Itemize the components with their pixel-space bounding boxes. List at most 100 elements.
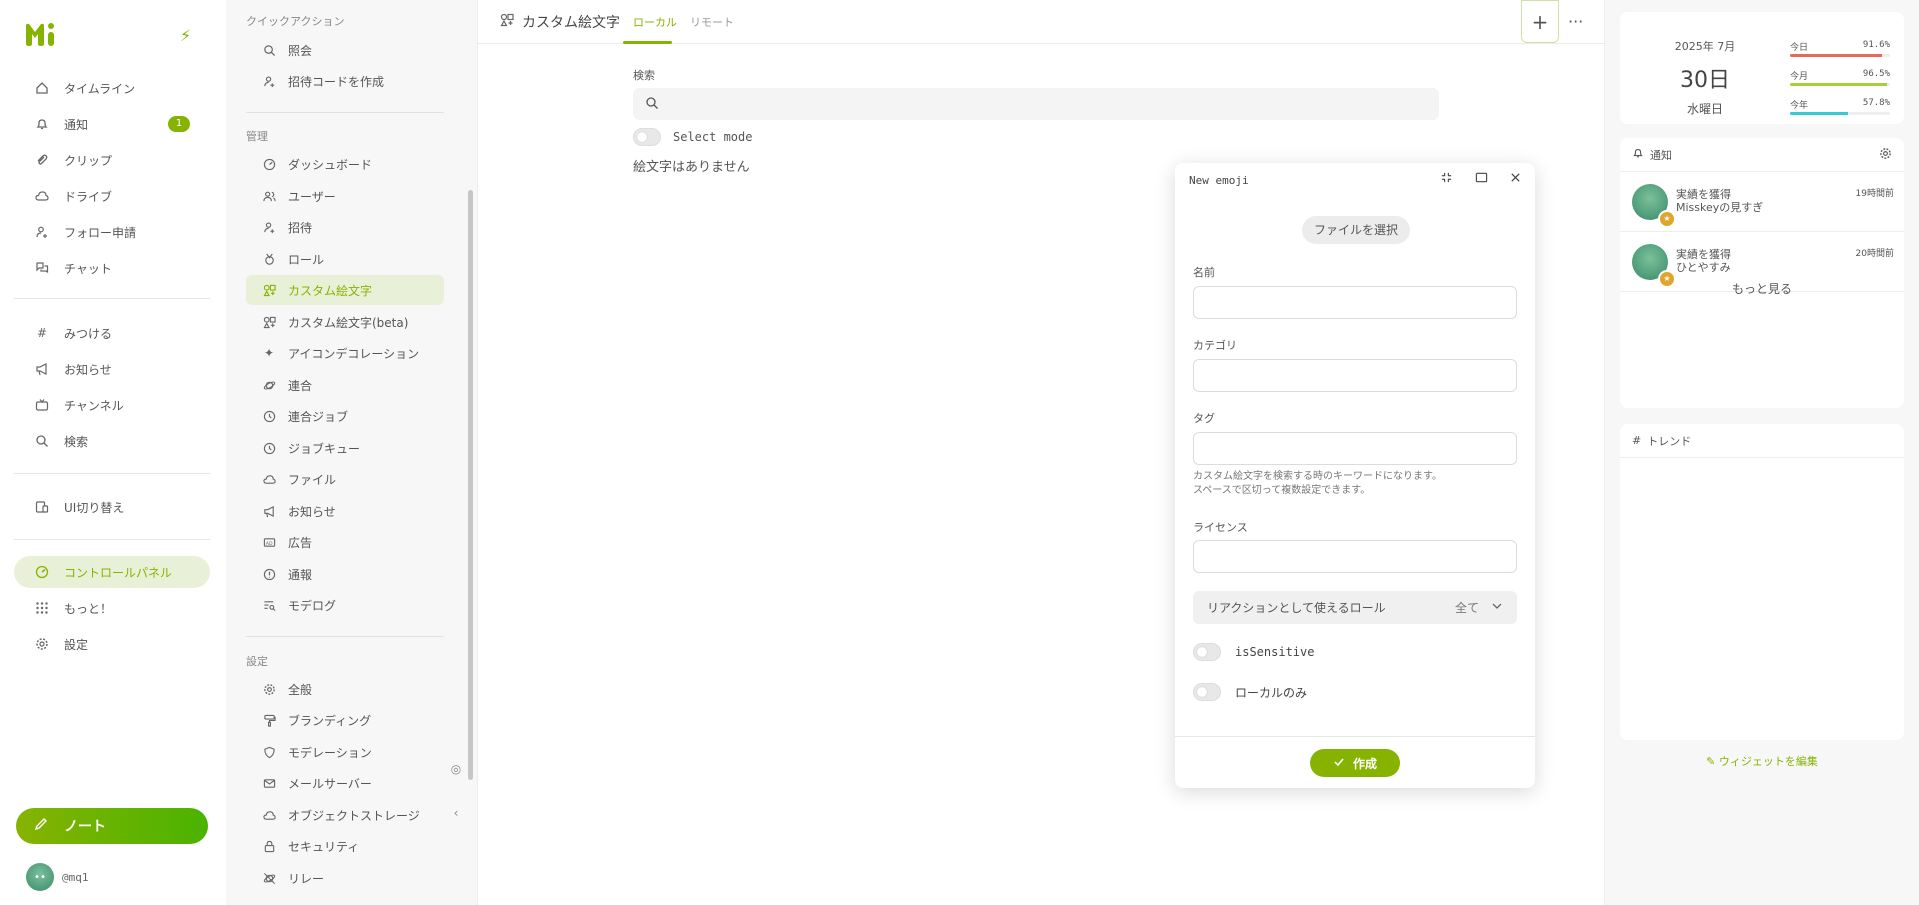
gauge-icon	[262, 157, 276, 171]
select-mode: Select mode	[633, 128, 752, 146]
planet-icon	[262, 378, 276, 392]
misskey-logo[interactable]	[24, 20, 58, 48]
maximize-icon[interactable]	[1475, 171, 1488, 188]
nav-item-channels[interactable]: チャンネル	[14, 389, 210, 421]
tag-input[interactable]	[1193, 432, 1517, 465]
admin-item-federation-jobs[interactable]: 連合ジョブ	[246, 401, 444, 431]
collapse-chevron-left-icon[interactable]: ‹	[448, 806, 464, 820]
admin-item-relays[interactable]: リレー	[246, 863, 444, 893]
bolt-icon[interactable]: ⚡	[180, 26, 191, 45]
add-emoji-button[interactable]: +	[1521, 0, 1559, 43]
icons-icon	[262, 283, 276, 297]
admin-item-federation[interactable]: 連合	[246, 370, 444, 400]
chat-icon	[34, 260, 50, 276]
admin-item-security[interactable]: セキュリティ	[246, 831, 444, 861]
local-only-toggle[interactable]	[1193, 683, 1221, 701]
nav-item-label: みつける	[64, 326, 113, 341]
target-icon[interactable]: ◎	[448, 762, 464, 776]
admin-item-object-storage[interactable]: オブジェクトストレージ	[246, 800, 444, 830]
nav-item-explore[interactable]: # みつける	[14, 317, 210, 349]
reaction-role-value: 全て	[1454, 601, 1479, 615]
nav-item-ui-switch[interactable]: UI切り替え	[14, 491, 210, 523]
calendar-widget: 2025年 7月 30日 水曜日 今日 91.6% 今月 96.5% 今年 57…	[1620, 12, 1904, 124]
select-file-button[interactable]: ファイルを選択	[1302, 216, 1410, 244]
search-icon	[34, 433, 50, 449]
admin-item-files[interactable]: ファイル	[246, 464, 444, 494]
dialog-header: New emoji	[1175, 163, 1535, 197]
admin-item-lookup[interactable]: 照会	[246, 35, 444, 65]
close-icon[interactable]	[1509, 171, 1522, 188]
notification-item[interactable]: ★ 実績を獲得 Misskeyの見すぎ 19時間前	[1620, 172, 1904, 232]
local-only-row: ローカルのみ	[1193, 683, 1307, 701]
nav-item-announcements[interactable]: お知らせ	[14, 353, 210, 385]
admin-scrollbar[interactable]	[468, 190, 473, 780]
admin-item-announcements[interactable]: お知らせ	[246, 496, 444, 526]
cloud-icon	[262, 808, 276, 822]
clock-play-icon	[262, 441, 276, 455]
name-input[interactable]	[1193, 286, 1517, 319]
admin-item-label: 全般	[288, 682, 313, 697]
nav-item-settings[interactable]: 設定	[14, 628, 210, 660]
admin-item-branding[interactable]: ブランディング	[246, 705, 444, 735]
sparkles-icon: ✦	[263, 346, 275, 360]
admin-item-job-queue[interactable]: ジョブキュー	[246, 433, 444, 463]
account-button[interactable]: •• @mq1	[26, 863, 89, 891]
show-more-button[interactable]: もっと見る	[1620, 280, 1904, 297]
search-input[interactable]	[669, 89, 1439, 119]
admin-item-dashboard[interactable]: ダッシュボード	[246, 149, 444, 179]
admin-item-roles[interactable]: ロール	[246, 244, 444, 274]
user-plus-icon	[262, 74, 276, 88]
tab-remote[interactable]: リモート	[690, 14, 734, 30]
admin-item-modlog[interactable]: モデログ	[246, 590, 444, 620]
nav-item-follow-requests[interactable]: フォロー申請	[14, 216, 210, 248]
admin-item-avatar-decorations[interactable]: ✦ アイコンデコレーション	[246, 338, 444, 368]
select-mode-label: Select mode	[673, 130, 753, 144]
admin-item-moderation[interactable]: モデレーション	[246, 737, 444, 767]
select-mode-toggle[interactable]	[633, 128, 661, 146]
sensitive-row: isSensitive	[1193, 643, 1314, 661]
nav-item-more[interactable]: もっと！	[14, 592, 210, 624]
admin-item-label: メールサーバー	[288, 776, 372, 791]
admin-item-mail-server[interactable]: メールサーバー	[246, 768, 444, 798]
admin-item-custom-emojis-beta[interactable]: カスタム絵文字(beta)	[246, 307, 444, 337]
admin-item-label: 広告	[288, 535, 313, 550]
admin-item-ads[interactable]: AD 広告	[246, 527, 444, 557]
admin-item-users[interactable]: ユーザー	[246, 181, 444, 211]
admin-item-label: 連合ジョブ	[288, 409, 349, 424]
admin-item-create-invite[interactable]: 招待コードを作成	[246, 66, 444, 96]
sensitive-toggle[interactable]	[1193, 643, 1221, 661]
nav-item-notifications[interactable]: 通知 1	[14, 108, 210, 140]
admin-item-label: ジョブキュー	[288, 441, 361, 456]
svg-text:AD: AD	[265, 540, 272, 546]
admin-item-label: 連合	[288, 378, 313, 393]
nav-item-drive[interactable]: ドライブ	[14, 180, 210, 212]
edit-widgets-button[interactable]: ✎ ウィジェットを編集	[1620, 753, 1904, 769]
progress-bar	[1790, 112, 1890, 115]
nav-item-timeline[interactable]: タイムライン	[14, 72, 210, 104]
tag-help-line-1: カスタム絵文字を検索する時のキーワードになります。	[1193, 471, 1442, 482]
more-button[interactable]: ···	[1568, 12, 1583, 31]
gear-icon[interactable]	[1879, 147, 1892, 163]
admin-item-general[interactable]: 全般	[246, 674, 444, 704]
category-input[interactable]	[1193, 359, 1517, 392]
cloud-icon	[34, 188, 50, 204]
badge-icon	[262, 252, 276, 266]
admin-item-reports[interactable]: 通報	[246, 559, 444, 589]
admin-item-invites[interactable]: 招待	[246, 212, 444, 242]
nav-item-label: フォロー申請	[64, 225, 137, 240]
admin-item-label: ダッシュボード	[288, 157, 373, 172]
admin-item-custom-emojis[interactable]: カスタム絵文字	[246, 275, 444, 305]
tab-local[interactable]: ローカル	[633, 14, 677, 30]
paperclip-icon	[34, 152, 50, 168]
admin-item-label: オブジェクトストレージ	[288, 808, 420, 823]
nav-item-search[interactable]: 検索	[14, 425, 210, 457]
name-label: 名前	[1193, 266, 1215, 279]
license-input[interactable]	[1193, 540, 1517, 573]
create-button[interactable]: 作成	[1310, 749, 1400, 777]
minimize-icon[interactable]	[1440, 171, 1453, 188]
nav-item-chat[interactable]: チャット	[14, 252, 210, 284]
reaction-role-select[interactable]: リアクションとして使えるロール 全て	[1193, 591, 1517, 624]
nav-item-clips[interactable]: クリップ	[14, 144, 210, 176]
note-button[interactable]: ノート	[16, 808, 208, 844]
nav-item-control-panel[interactable]: コントロールパネル	[14, 556, 210, 588]
